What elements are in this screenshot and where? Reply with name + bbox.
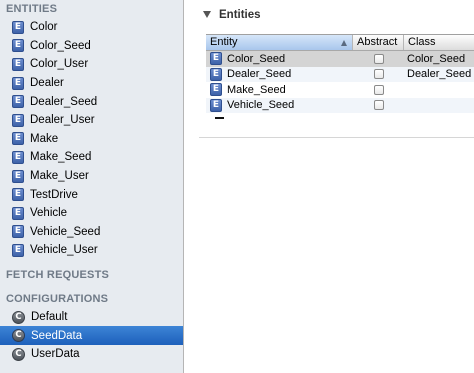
sidebar-item-entity[interactable]: E Vehicle_Seed bbox=[0, 223, 183, 242]
abstract-checkbox[interactable] bbox=[373, 100, 384, 111]
sidebar-item-label: Dealer_Seed bbox=[30, 95, 98, 108]
sidebar-item-label: Default bbox=[31, 311, 68, 324]
entity-icon: E bbox=[12, 243, 24, 257]
table-row[interactable]: E Make_Seed bbox=[206, 82, 474, 98]
sidebar-item-label: Color_Seed bbox=[30, 39, 91, 52]
entity-name: Make_Seed bbox=[227, 83, 286, 96]
entity-icon: E bbox=[12, 169, 24, 183]
entity-icon: E bbox=[210, 67, 222, 81]
configuration-icon: C bbox=[12, 310, 25, 324]
panel-title: Entities bbox=[219, 9, 261, 21]
sidebar-item-entity[interactable]: E Dealer_Seed bbox=[0, 92, 183, 111]
sidebar-item-entity[interactable]: E Vehicle bbox=[0, 204, 183, 223]
entity-icon: E bbox=[12, 150, 24, 164]
sidebar-item-entity[interactable]: E TestDrive bbox=[0, 185, 183, 204]
sidebar-item-label: Make bbox=[30, 132, 59, 145]
sidebar-item-label: Vehicle bbox=[30, 207, 68, 220]
divider bbox=[199, 137, 474, 138]
entity-icon: E bbox=[12, 188, 24, 202]
entities-table: Entity Abstract Class E Color_Seed Color_S… bbox=[206, 34, 474, 113]
sidebar-item-entity[interactable]: E Make_Seed bbox=[0, 148, 183, 167]
table-body: E Color_Seed Color_Seed E Dealer_Seed Dealer_… bbox=[206, 51, 474, 113]
entities-editor: Entities Entity Abstract Class E Color_Se… bbox=[185, 0, 474, 373]
abstract-cell bbox=[353, 84, 404, 95]
entity-icon: E bbox=[210, 52, 222, 66]
table-row[interactable]: E Dealer_Seed Dealer_Seed bbox=[206, 66, 474, 82]
entity-icon: E bbox=[12, 39, 24, 53]
sidebar-item-label: TestDrive bbox=[30, 188, 78, 201]
sidebar-item-configuration[interactable]: C SeedData bbox=[0, 326, 183, 345]
table-header: Entity Abstract Class bbox=[206, 35, 474, 51]
entity-icon: E bbox=[12, 206, 24, 220]
entity-icon: E bbox=[12, 76, 24, 90]
column-header-entity[interactable]: Entity bbox=[206, 35, 353, 50]
entity-cell: E Color_Seed bbox=[206, 52, 353, 66]
entity-cell: E Vehicle_Seed bbox=[206, 98, 353, 112]
entity-icon: E bbox=[12, 57, 24, 71]
sidebar-item-entity[interactable]: E Make_User bbox=[0, 167, 183, 186]
entity-icon: E bbox=[210, 83, 222, 97]
sidebar-item-label: Vehicle_Seed bbox=[30, 225, 101, 238]
sidebar-item-label: Dealer_User bbox=[30, 114, 95, 127]
sidebar-item-configuration[interactable]: C UserData bbox=[0, 345, 183, 364]
table-row[interactable]: E Color_Seed Color_Seed bbox=[206, 51, 474, 67]
sidebar-item-label: Dealer bbox=[30, 77, 64, 90]
sidebar-item-entity[interactable]: E Color_Seed bbox=[0, 37, 183, 56]
minus-icon[interactable] bbox=[215, 117, 224, 119]
table-row[interactable]: E Vehicle_Seed bbox=[206, 97, 474, 113]
entities-section-header: ENTITIES bbox=[6, 3, 58, 15]
class-cell: Color_Seed bbox=[407, 52, 466, 65]
disclosure-triangle-icon[interactable] bbox=[203, 11, 211, 18]
entity-icon: E bbox=[210, 98, 222, 112]
entity-name: Dealer_Seed bbox=[227, 68, 292, 81]
class-cell: Dealer_Seed bbox=[407, 68, 472, 81]
sidebar-item-label: Color bbox=[30, 21, 58, 34]
entity-cell: E Dealer_Seed bbox=[206, 67, 353, 81]
entity-name: Color_Seed bbox=[227, 52, 286, 65]
sort-ascending-icon bbox=[341, 40, 347, 46]
sidebar-item-label: Make_User bbox=[30, 170, 89, 183]
entity-cell: E Make_Seed bbox=[206, 83, 353, 97]
entity-icon: E bbox=[12, 225, 24, 239]
column-header-class[interactable]: Class bbox=[404, 35, 474, 50]
sidebar-item-label: SeedData bbox=[31, 329, 83, 342]
sidebar-item-label: UserData bbox=[31, 348, 80, 361]
entity-icon: E bbox=[12, 132, 24, 146]
configuration-icon: C bbox=[12, 329, 25, 343]
sidebar-item-entity[interactable]: E Color bbox=[0, 18, 183, 37]
column-header-label: Entity bbox=[210, 36, 238, 48]
sidebar-item-label: Make_Seed bbox=[30, 151, 92, 164]
abstract-checkbox[interactable] bbox=[373, 69, 384, 80]
sidebar-item-configuration[interactable]: C Default bbox=[0, 308, 183, 327]
fetch-requests-section-header[interactable]: FETCH REQUESTS bbox=[0, 266, 183, 284]
abstract-cell bbox=[353, 100, 404, 111]
entity-name: Vehicle_Seed bbox=[227, 99, 295, 112]
sidebar-item-entity[interactable]: E Dealer bbox=[0, 74, 183, 93]
sidebar-item-label: Color_User bbox=[30, 58, 89, 71]
entity-list: E Color E Color_Seed E Color_User E Dealer E Deal… bbox=[0, 18, 183, 260]
abstract-cell bbox=[353, 53, 404, 64]
abstract-cell bbox=[353, 69, 404, 80]
sidebar-item-entity[interactable]: E Dealer_User bbox=[0, 111, 183, 130]
configurations-section-header: CONFIGURATIONS bbox=[6, 292, 109, 305]
configuration-list: C Default C SeedData C UserData bbox=[0, 308, 183, 364]
entity-icon: E bbox=[12, 113, 24, 127]
abstract-checkbox[interactable] bbox=[373, 53, 384, 64]
column-header-abstract[interactable]: Abstract bbox=[353, 35, 404, 50]
configuration-icon: C bbox=[12, 347, 25, 361]
entity-icon: E bbox=[12, 95, 24, 109]
abstract-checkbox[interactable] bbox=[373, 84, 384, 95]
sidebar-item-entity[interactable]: E Color_User bbox=[0, 55, 183, 74]
sidebar-item-entity[interactable]: E Make bbox=[0, 130, 183, 149]
sidebar-item-label: Vehicle_User bbox=[30, 244, 98, 257]
entity-icon: E bbox=[12, 20, 24, 34]
sidebar-item-entity[interactable]: E Vehicle_User bbox=[0, 241, 183, 260]
source-list-sidebar: ENTITIES E Color E Color_Seed E Color_User E De… bbox=[0, 0, 184, 373]
